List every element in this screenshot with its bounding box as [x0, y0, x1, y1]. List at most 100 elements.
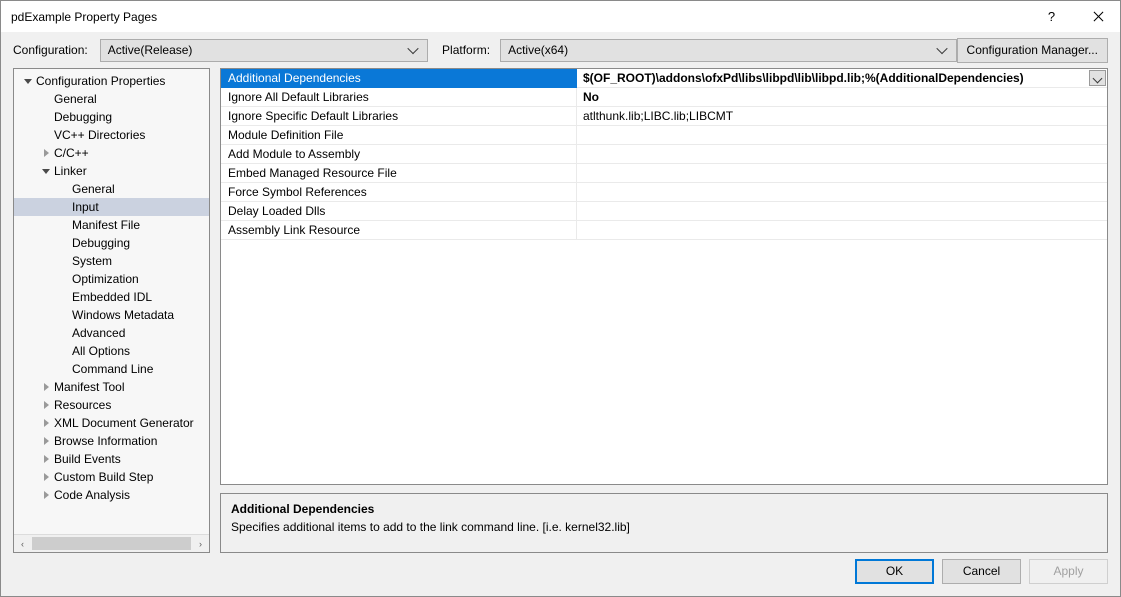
description-title: Additional Dependencies — [231, 502, 375, 516]
property-name-cell[interactable]: Module Definition File — [221, 126, 577, 145]
property-value-cell[interactable] — [577, 183, 1107, 202]
tree-item-label: Code Analysis — [54, 488, 131, 502]
tree-expander-open-icon[interactable] — [38, 168, 54, 174]
platform-value: Active(x64) — [508, 43, 569, 57]
tree-expander-closed-icon[interactable] — [38, 419, 54, 427]
tree-item-label: Custom Build Step — [54, 470, 154, 484]
tree-item-c-c[interactable]: C/C++ — [14, 144, 209, 162]
tree-item-vc-directories[interactable]: VC++ Directories — [14, 126, 209, 144]
property-row[interactable]: Embed Managed Resource File — [221, 164, 1107, 183]
tree-item-custom-build-step[interactable]: Custom Build Step — [14, 468, 209, 486]
tree-item-code-analysis[interactable]: Code Analysis — [14, 486, 209, 504]
description-panel: Additional Dependencies Specifies additi… — [220, 493, 1108, 553]
tree-expander-closed-icon[interactable] — [38, 401, 54, 409]
triangle-right-icon — [43, 149, 49, 157]
property-name-cell[interactable]: Add Module to Assembly — [221, 145, 577, 164]
property-name-cell[interactable]: Delay Loaded Dlls — [221, 202, 577, 221]
property-name-cell[interactable]: Additional Dependencies — [221, 69, 577, 88]
question-mark-icon: ? — [1047, 9, 1056, 24]
property-value-cell[interactable] — [577, 126, 1107, 145]
property-name: Assembly Link Resource — [228, 223, 361, 237]
tree-expander-open-icon[interactable] — [20, 78, 36, 84]
property-value-dropdown-button[interactable] — [1089, 70, 1106, 86]
property-name-cell[interactable]: Force Symbol References — [221, 183, 577, 202]
tree-item-debugging[interactable]: Debugging — [14, 108, 209, 126]
property-tree[interactable]: Configuration Properties General Debugging… — [14, 69, 209, 534]
tree-item-optimization[interactable]: Optimization — [14, 270, 209, 288]
tree-expander-closed-icon[interactable] — [38, 455, 54, 463]
tree-item-command-line[interactable]: Command Line — [14, 360, 209, 378]
tree-item-resources[interactable]: Resources — [14, 396, 209, 414]
help-button[interactable]: ? — [1029, 1, 1074, 32]
property-name: Embed Managed Resource File — [228, 166, 397, 180]
property-row[interactable]: Force Symbol References — [221, 183, 1107, 202]
property-grid[interactable]: Additional Dependencies $(OF_ROOT)\addons… — [220, 68, 1108, 485]
tree-expander-closed-icon[interactable] — [38, 473, 54, 481]
property-name-cell[interactable]: Ignore Specific Default Libraries — [221, 107, 577, 126]
tree-item-label: Optimization — [72, 272, 139, 286]
property-name-cell[interactable]: Ignore All Default Libraries — [221, 88, 577, 107]
configuration-value: Active(Release) — [107, 43, 193, 57]
ok-button[interactable]: OK — [855, 558, 934, 584]
tree-item-advanced[interactable]: Advanced — [14, 324, 209, 342]
property-row[interactable]: Additional Dependencies $(OF_ROOT)\addons… — [221, 69, 1107, 88]
chevron-down-icon — [935, 42, 948, 55]
tree-item-browse-information[interactable]: Browse Information — [14, 432, 209, 450]
property-row[interactable]: Ignore Specific Default Libraries atlthun… — [221, 107, 1107, 126]
tree-item-windows-metadata[interactable]: Windows Metadata — [14, 306, 209, 324]
property-row[interactable]: Ignore All Default Libraries No — [221, 88, 1107, 107]
dialog-content: Configuration Properties General Debugging… — [1, 68, 1120, 553]
tree-item-general[interactable]: General — [14, 90, 209, 108]
tree-item-label: General — [54, 92, 97, 106]
tree-item-input[interactable]: Input — [14, 198, 209, 216]
tree-item-system[interactable]: System — [14, 252, 209, 270]
tree-item-manifest-tool[interactable]: Manifest Tool — [14, 378, 209, 396]
tree-item-label: General — [72, 182, 115, 196]
triangle-right-icon — [43, 419, 49, 427]
triangle-down-icon — [42, 169, 50, 174]
property-value-cell[interactable]: No — [577, 88, 1107, 107]
configuration-toolbar: Configuration: Active(Release) Platform:… — [1, 32, 1120, 68]
property-name: Delay Loaded Dlls — [228, 204, 326, 218]
tree-item-label: Command Line — [72, 362, 154, 376]
property-name-cell[interactable]: Embed Managed Resource File — [221, 164, 577, 183]
property-name: Additional Dependencies — [228, 71, 361, 85]
property-row[interactable]: Assembly Link Resource — [221, 221, 1107, 240]
chevron-down-icon — [407, 42, 419, 55]
configuration-select[interactable]: Active(Release) — [99, 38, 429, 62]
tree-item-linker[interactable]: Linker — [14, 162, 209, 180]
platform-select[interactable]: Active(x64) — [500, 38, 957, 62]
platform-label: Platform: — [442, 43, 491, 57]
tree-item-general[interactable]: General — [14, 180, 209, 198]
property-name: Module Definition File — [228, 128, 344, 142]
close-icon — [1092, 11, 1103, 22]
tree-expander-closed-icon[interactable] — [38, 149, 54, 157]
property-row[interactable]: Delay Loaded Dlls — [221, 202, 1107, 221]
property-value-cell[interactable] — [577, 221, 1107, 240]
property-value-cell[interactable] — [577, 202, 1107, 221]
tree-item-build-events[interactable]: Build Events — [14, 450, 209, 468]
tree-item-xml-document-generator[interactable]: XML Document Generator — [14, 414, 209, 432]
tree-expander-closed-icon[interactable] — [38, 383, 54, 391]
tree-item-label: System — [72, 254, 113, 268]
tree-item-embedded-idl[interactable]: Embedded IDL — [14, 288, 209, 306]
property-value-cell[interactable]: $(OF_ROOT)\addons\ofxPd\libs\libpd\lib\l… — [577, 69, 1107, 88]
chevron-down-icon — [1092, 73, 1103, 83]
tree-item-configuration-properties[interactable]: Configuration Properties — [14, 72, 209, 90]
property-value-cell[interactable] — [577, 145, 1107, 164]
triangle-right-icon — [43, 437, 49, 445]
tree-item-label: Manifest Tool — [54, 380, 125, 394]
property-value-cell[interactable] — [577, 164, 1107, 183]
tree-item-debugging[interactable]: Debugging — [14, 234, 209, 252]
property-value-cell[interactable]: atlthunk.lib;LIBC.lib;LIBCMT — [577, 107, 1107, 126]
tree-expander-closed-icon[interactable] — [38, 437, 54, 445]
close-button[interactable] — [1074, 1, 1120, 32]
tree-expander-closed-icon[interactable] — [38, 491, 54, 499]
cancel-button[interactable]: Cancel — [942, 558, 1021, 584]
tree-item-manifest-file[interactable]: Manifest File — [14, 216, 209, 234]
property-name-cell[interactable]: Assembly Link Resource — [221, 221, 577, 240]
tree-item-all-options[interactable]: All Options — [14, 342, 209, 360]
configuration-manager-button[interactable]: Configuration Manager... — [956, 37, 1108, 63]
property-row[interactable]: Add Module to Assembly — [221, 145, 1107, 164]
property-row[interactable]: Module Definition File — [221, 126, 1107, 145]
